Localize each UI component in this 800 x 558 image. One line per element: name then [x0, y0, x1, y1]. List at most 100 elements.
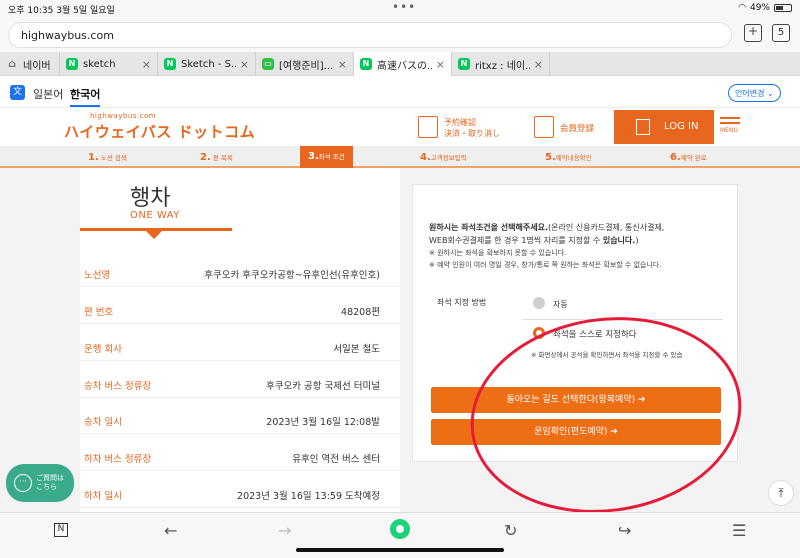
language-bar: 文 일본어 한국어 언어변경 ⌄	[0, 76, 800, 108]
memo-icon: ▭	[262, 58, 274, 70]
step-trip-list: 2. 편 목록	[200, 152, 233, 163]
naver-icon: N	[458, 58, 470, 70]
member-register-link[interactable]: 会員登録	[560, 122, 594, 134]
battery-text: 49%	[749, 3, 770, 13]
row-operator: 운행 회사 서일본 철도	[80, 329, 400, 361]
close-icon[interactable]: ×	[534, 58, 543, 71]
row-route-name: 노선명 후쿠오카 후쿠오카공항~유후인선(유후인호)	[80, 255, 400, 287]
share-icon[interactable]: ↪	[618, 521, 631, 540]
row-key: 노선명	[84, 270, 111, 281]
progress-steps: 1. 노선 검색 2. 편 목록 3.좌석 조건 4.고객정보입력 5.예약내용…	[0, 146, 800, 174]
tab-highwaybus[interactable]: N 高速バスの... ×	[354, 52, 452, 76]
row-key: 하차 일시	[84, 491, 122, 502]
status-right: ◠ 49%	[738, 3, 792, 13]
forward-icon[interactable]: →	[278, 521, 291, 540]
row-boarding-stop: 승차 버스 정류장 후쿠오카 공항 국제선 터미널	[80, 366, 400, 398]
new-tab-button[interactable]: +	[744, 24, 762, 42]
close-icon[interactable]: ×	[240, 58, 249, 71]
tab-strip: ⌂ 네이버 N sketch × N Sketch - S... × ▭ [여행…	[0, 52, 800, 76]
green-dot-icon[interactable]	[390, 519, 410, 539]
logo-url: highwaybus.com	[90, 112, 157, 120]
radio-auto[interactable]	[533, 297, 545, 309]
trip-subtitle: ONE WAY	[130, 210, 180, 221]
lang-korean[interactable]: 한국어	[70, 86, 101, 107]
menu-button[interactable]: MENU	[720, 114, 742, 144]
language-change-button[interactable]: 언어변경 ⌄	[728, 84, 781, 102]
radio-auto-label[interactable]: 자동	[553, 299, 568, 310]
chat-help-button[interactable]: ··· ご質問は こちら	[6, 464, 74, 502]
tab-label: [여행준비]...	[279, 60, 334, 72]
row-value: 2023년 3월 16일 12:08발	[266, 417, 380, 428]
wifi-icon: ◠	[738, 3, 746, 13]
url-input[interactable]: highwaybus.com	[8, 22, 732, 48]
row-key: 승차 버스 정류장	[84, 381, 152, 392]
step-complete: 6.예약 완료	[670, 152, 707, 163]
seat-notice-line2: WEB회수권결제를 한 경우 1명씩 자리를 지정할 수 있습니다.)	[429, 234, 725, 247]
close-icon[interactable]: ×	[338, 58, 347, 71]
tab-count-button[interactable]: 5	[772, 24, 790, 42]
arrow-down-icon	[146, 231, 162, 239]
notice-line2-bold: 있습니다.	[602, 236, 636, 245]
row-key: 운행 회사	[84, 344, 122, 355]
row-value: 후쿠오카 후쿠오카공항~유후인선(유후인호)	[204, 270, 380, 281]
reload-icon[interactable]: ↻	[504, 521, 517, 540]
reservation-list-icon[interactable]	[418, 116, 438, 138]
reserve-line1: 予約確認	[444, 118, 476, 127]
back-icon[interactable]: ←	[164, 521, 177, 540]
reserve-line2: 決済・取り消し	[444, 129, 500, 138]
row-value: 유후인 역전 버스 센터	[292, 454, 380, 465]
menu-bar-icon	[720, 117, 740, 119]
close-icon[interactable]: ×	[436, 58, 445, 71]
tab-travel[interactable]: ▭ [여행준비]... ×	[256, 52, 354, 76]
scroll-top-button[interactable]: ⤒	[768, 480, 794, 506]
trip-info-panel: 행차 ONE WAY 노선명 후쿠오카 후쿠오카공항~유후인선(유후인호) 편 …	[80, 168, 400, 513]
seat-method-label: 좌석 지정 방법	[437, 298, 487, 307]
tab-ritxz[interactable]: N ritxz : 네이... ×	[452, 52, 550, 76]
close-icon[interactable]: ×	[142, 58, 151, 71]
menu-label: MENU	[720, 127, 738, 134]
login-button[interactable]: LOG IN	[614, 110, 714, 144]
step-customer-info: 4.고객정보입력	[420, 152, 467, 163]
site-header: highwaybus.com ハイウェイバス ドットコム 予約確認 決済・取り消…	[0, 108, 800, 146]
seat-notice-line1: 원하시는 좌석조건을 선택해주세요.(온라인 신용카드결제, 통신사결제,	[429, 221, 725, 234]
tab-label: 高速バスの...	[377, 60, 432, 72]
site-logo[interactable]: ハイウェイバス ドットコム	[64, 121, 255, 142]
naver-n-icon[interactable]: N	[54, 523, 68, 537]
home-icon: ⌂	[8, 57, 16, 70]
door-icon	[636, 119, 650, 135]
step-seat-condition: 3.좌석 조건	[300, 146, 353, 174]
notice-bullet-1: ※ 원하시는 좌석을 확보하지 못할 수 있습니다.	[429, 249, 567, 257]
naver-icon: N	[360, 58, 372, 70]
step-route-search: 1. 노선 검색	[88, 152, 127, 163]
member-edit-icon[interactable]	[534, 116, 554, 138]
tab-naver[interactable]: ⌂ 네이버	[0, 52, 60, 76]
row-key: 하차 버스 정류장	[84, 454, 152, 465]
login-label: LOG IN	[664, 121, 699, 132]
row-key: 편 번호	[84, 307, 114, 318]
notice-line2: WEB회수권결제를 한 경우 1명씩 자리를 지정할 수	[429, 236, 603, 245]
step-confirm: 5.예약내용확인	[545, 152, 592, 163]
status-bar: 오후 10:35 3월 5일 일요일 ••• ◠ 49%	[0, 0, 800, 16]
notice-line2-end: )	[635, 236, 639, 245]
battery-icon	[774, 4, 792, 12]
lang-japanese[interactable]: 일본어	[33, 86, 63, 102]
seat-notice: 원하시는 좌석조건을 선택해주세요.(온라인 신용카드결제, 통신사결제, WE…	[429, 221, 725, 283]
notice-bullet-2: ※ 예약 인원이 여러 명일 경우, 창가/통로 쪽 원하는 좌석은 확보할 수…	[429, 261, 662, 269]
naver-icon: N	[164, 58, 176, 70]
tab-sketch[interactable]: N sketch ×	[60, 52, 158, 76]
row-alighting-time: 하차 일시 2023년 3월 16일 13:59 도착예정	[80, 476, 400, 508]
tab-label: Sketch - S...	[181, 58, 236, 70]
notice-rest: (온라인 신용카드결제, 통신사결제,	[548, 223, 665, 232]
row-value: 서일본 철도	[333, 344, 380, 355]
reservation-check-link[interactable]: 予約確認 決済・取り消し	[444, 117, 500, 139]
naver-icon: N	[66, 58, 78, 70]
hamburger-menu-icon[interactable]: ☰	[732, 521, 746, 540]
more-dots-icon[interactable]: •••	[392, 0, 416, 14]
chat-icon: ···	[14, 474, 32, 492]
tab-sketch-s[interactable]: N Sketch - S... ×	[158, 52, 256, 76]
tab-label: ritxz : 네이...	[475, 60, 530, 72]
menu-bar-icon	[720, 122, 740, 124]
tab-label: 네이버	[23, 60, 51, 72]
row-alighting-stop: 하차 버스 정류장 유후인 역전 버스 센터	[80, 439, 400, 471]
home-indicator	[296, 548, 504, 552]
